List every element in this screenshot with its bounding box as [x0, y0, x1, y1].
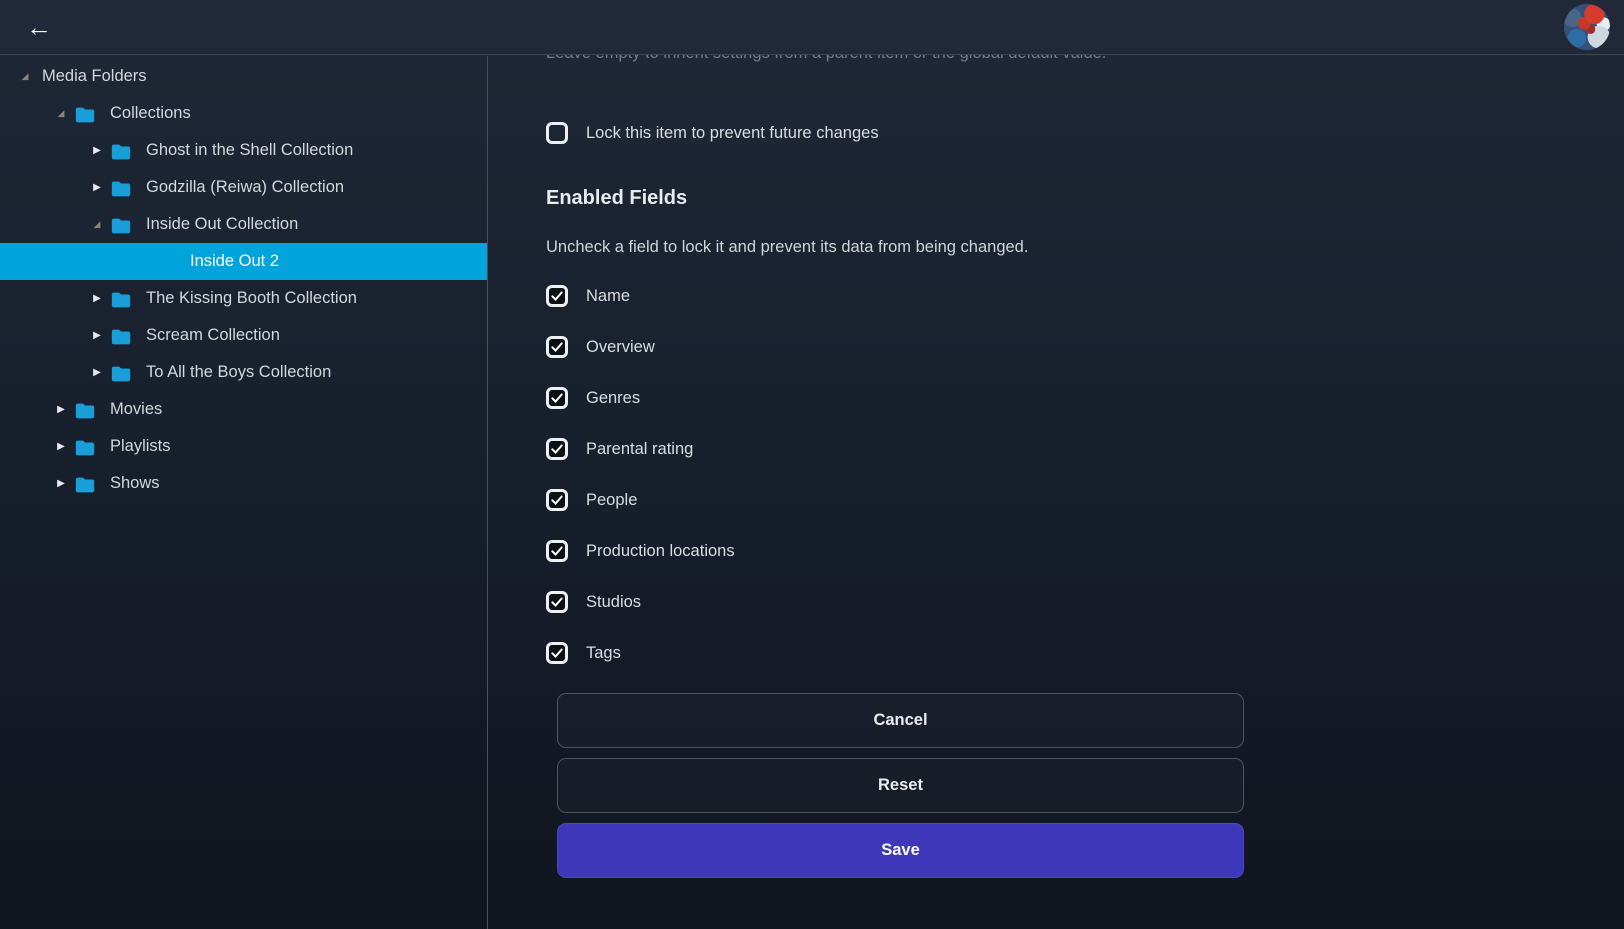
tree-item-scream-collection[interactable]: ▶ Scream Collection — [0, 317, 487, 354]
field-checkbox-overview[interactable]: Overview — [546, 336, 1624, 358]
chevron-right-icon[interactable]: ▶ — [48, 441, 74, 452]
tree-item-inside-out-collection[interactable]: ◢ Inside Out Collection — [0, 206, 487, 243]
tree-item-label: Playlists — [110, 437, 171, 456]
enabled-fields-description: Uncheck a field to lock it and prevent i… — [546, 238, 1624, 257]
checkbox-checked-icon[interactable] — [546, 336, 568, 358]
field-label: Overview — [586, 338, 655, 357]
field-checkbox-studios[interactable]: Studios — [546, 591, 1624, 613]
app-header: ← — [0, 0, 1624, 55]
field-checkbox-people[interactable]: People — [546, 489, 1624, 511]
field-label: Studios — [586, 593, 641, 612]
tree-item-label: Shows — [110, 474, 160, 493]
field-label: People — [586, 491, 637, 510]
chevron-expanded-icon[interactable]: ◢ — [48, 108, 74, 119]
field-checkbox-tags[interactable]: Tags — [546, 642, 1624, 664]
user-avatar[interactable] — [1564, 4, 1610, 50]
field-checkbox-genres[interactable]: Genres — [546, 387, 1624, 409]
chevron-right-icon[interactable]: ▶ — [84, 182, 110, 193]
back-arrow-icon[interactable]: ← — [26, 14, 52, 40]
tree-item-label: Collections — [110, 104, 191, 123]
chevron-right-icon[interactable]: ▶ — [84, 367, 110, 378]
field-label: Tags — [586, 644, 621, 663]
checkmark-icon — [550, 595, 564, 609]
lock-item-checkbox-row[interactable]: Lock this item to prevent future changes — [546, 122, 1624, 144]
folder-icon — [110, 326, 132, 346]
folder-icon — [74, 474, 96, 494]
field-checkbox-name[interactable]: Name — [546, 285, 1624, 307]
checkmark-icon — [550, 340, 564, 354]
folder-icon — [110, 215, 132, 235]
tree-item-movies[interactable]: ▶ Movies — [0, 391, 487, 428]
checkbox-checked-icon[interactable] — [546, 438, 568, 460]
enabled-fields-title: Enabled Fields — [546, 187, 1624, 210]
chevron-right-icon[interactable]: ▶ — [48, 404, 74, 415]
checkbox-checked-icon[interactable] — [546, 591, 568, 613]
checkmark-icon — [550, 442, 564, 456]
tree-item-the-kissing-booth-collection[interactable]: ▶ The Kissing Booth Collection — [0, 280, 487, 317]
tree-item-godzilla-reiwa-collection[interactable]: ▶ Godzilla (Reiwa) Collection — [0, 169, 487, 206]
field-label: Name — [586, 287, 630, 306]
checkmark-icon — [550, 493, 564, 507]
tree-item-label: To All the Boys Collection — [146, 363, 331, 382]
form-actions: Cancel Reset Save — [557, 693, 1244, 878]
metadata-editor-panel: Leave empty to inherit settings from a p… — [489, 56, 1624, 929]
reset-button[interactable]: Reset — [557, 758, 1244, 813]
checkbox-checked-icon[interactable] — [546, 540, 568, 562]
tree-item-label: The Kissing Booth Collection — [146, 289, 357, 308]
tree-item-label: Media Folders — [42, 67, 147, 86]
enabled-fields-list: Name Overview Genres Parental rating Peo — [546, 285, 1624, 664]
chevron-right-icon[interactable]: ▶ — [84, 330, 110, 341]
tree-item-to-all-the-boys-collection[interactable]: ▶ To All the Boys Collection — [0, 354, 487, 391]
checkbox-unchecked-icon[interactable] — [546, 122, 568, 144]
tree-item-label: Movies — [110, 400, 162, 419]
chevron-right-icon[interactable]: ▶ — [84, 145, 110, 156]
chevron-expanded-icon[interactable]: ◢ — [84, 219, 110, 230]
chevron-right-icon[interactable]: ▶ — [84, 293, 110, 304]
save-button[interactable]: Save — [557, 823, 1244, 878]
media-folders-tree: ◢ Media Folders ◢ Collections ▶ Ghost in… — [0, 56, 488, 929]
tree-item-label: Scream Collection — [146, 326, 280, 345]
field-label: Production locations — [586, 542, 735, 561]
checkmark-icon — [550, 289, 564, 303]
checkbox-checked-icon[interactable] — [546, 642, 568, 664]
tree-item-shows[interactable]: ▶ Shows — [0, 465, 487, 502]
field-checkbox-parental-rating[interactable]: Parental rating — [546, 438, 1624, 460]
cancel-button[interactable]: Cancel — [557, 693, 1244, 748]
tree-item-playlists[interactable]: ▶ Playlists — [0, 428, 487, 465]
tree-item-media-folders[interactable]: ◢ Media Folders — [0, 58, 487, 95]
tree-item-label: Inside Out Collection — [146, 215, 298, 234]
folder-icon — [110, 363, 132, 383]
checkmark-icon — [550, 544, 564, 558]
tree-item-ghost-in-the-shell-collection[interactable]: ▶ Ghost in the Shell Collection — [0, 132, 487, 169]
chevron-right-icon[interactable]: ▶ — [48, 478, 74, 489]
folder-icon — [74, 104, 96, 124]
checkbox-checked-icon[interactable] — [546, 387, 568, 409]
tree-item-label: Godzilla (Reiwa) Collection — [146, 178, 344, 197]
tree-item-label: Ghost in the Shell Collection — [146, 141, 353, 160]
checkbox-checked-icon[interactable] — [546, 489, 568, 511]
field-label: Parental rating — [586, 440, 693, 459]
folder-icon — [110, 178, 132, 198]
chevron-expanded-icon[interactable]: ◢ — [12, 71, 38, 82]
checkbox-checked-icon[interactable] — [546, 285, 568, 307]
lock-item-label: Lock this item to prevent future changes — [586, 124, 879, 143]
folder-icon — [74, 400, 96, 420]
folder-icon — [110, 289, 132, 309]
field-checkbox-production-locations[interactable]: Production locations — [546, 540, 1624, 562]
checkmark-icon — [550, 646, 564, 660]
tree-item-collections[interactable]: ◢ Collections — [0, 95, 487, 132]
checkmark-icon — [550, 391, 564, 405]
folder-icon — [110, 141, 132, 161]
field-label: Genres — [586, 389, 640, 408]
tree-item-inside-out-2-selected[interactable]: Inside Out 2 — [0, 243, 487, 280]
tree-item-label: Inside Out 2 — [190, 252, 279, 271]
folder-icon — [74, 437, 96, 457]
